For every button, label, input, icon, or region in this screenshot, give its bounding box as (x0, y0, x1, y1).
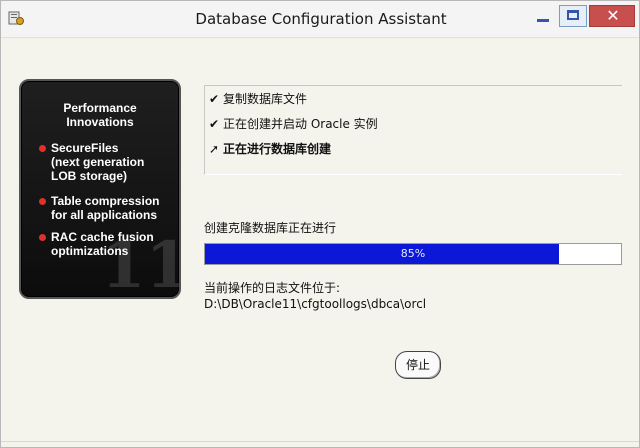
promo-heading: Performance Innovations (21, 101, 179, 129)
bullet-icon (39, 145, 46, 152)
progress-label: 创建克隆数据库正在进行 (204, 221, 337, 235)
maximize-button[interactable] (559, 5, 587, 27)
log-file-path: D:\DB\Oracle11\cfgtoollogs\dbca\orcl (204, 297, 427, 311)
step-create-database: ➚ 正在进行数据库创建 (209, 140, 331, 158)
maximize-icon (567, 10, 579, 20)
stop-button[interactable]: 停止 (395, 351, 441, 379)
promo-item-line: (next generation (51, 155, 145, 169)
promo-item-line: LOB storage) (51, 169, 128, 183)
promo-heading-line: Performance (63, 101, 137, 115)
11g-watermark-logo: 11g (101, 228, 179, 299)
minimize-icon (537, 19, 549, 22)
title-bar[interactable]: Database Configuration Assistant ✕ (1, 1, 639, 38)
promo-heading-line: Innovations (66, 115, 134, 129)
close-icon: ✕ (606, 6, 620, 25)
bullet-icon (39, 234, 46, 241)
progress-bar: 85% (204, 243, 622, 265)
minimize-button[interactable] (529, 5, 557, 27)
step-list: ✔ 复制数据库文件 ✔ 正在创建并启动 Oracle 实例 ➚ 正在进行数据库创建 (204, 85, 622, 175)
step-copy-files: ✔ 复制数据库文件 (209, 90, 307, 108)
checkmark-icon: ✔ (209, 92, 220, 106)
close-button[interactable]: ✕ (589, 5, 635, 27)
step-label: 正在进行数据库创建 (223, 142, 332, 156)
promo-item-securefiles: SecureFiles (next generation LOB storage… (51, 141, 179, 183)
divider (1, 441, 639, 442)
promo-item-line: Table compression (51, 194, 160, 208)
progress-percent: 85% (400, 247, 426, 260)
bullet-icon (39, 198, 46, 205)
step-label: 正在创建并启动 Oracle 实例 (223, 117, 378, 131)
promo-item-line: SecureFiles (51, 141, 119, 155)
step-create-instance: ✔ 正在创建并启动 Oracle 实例 (209, 115, 378, 133)
promo-item-table-compression: Table compression for all applications (51, 194, 179, 222)
dbca-window: Database Configuration Assistant ✕ Perfo… (0, 0, 640, 448)
promo-item-line: for all applications (51, 208, 158, 222)
in-progress-arrow-icon: ➚ (209, 142, 220, 156)
log-file-label: 当前操作的日志文件位于: (204, 281, 341, 295)
checkmark-icon: ✔ (209, 117, 220, 131)
oracle-11g-promo-image: Performance Innovations SecureFiles (nex… (19, 79, 181, 299)
step-label: 复制数据库文件 (223, 92, 308, 106)
